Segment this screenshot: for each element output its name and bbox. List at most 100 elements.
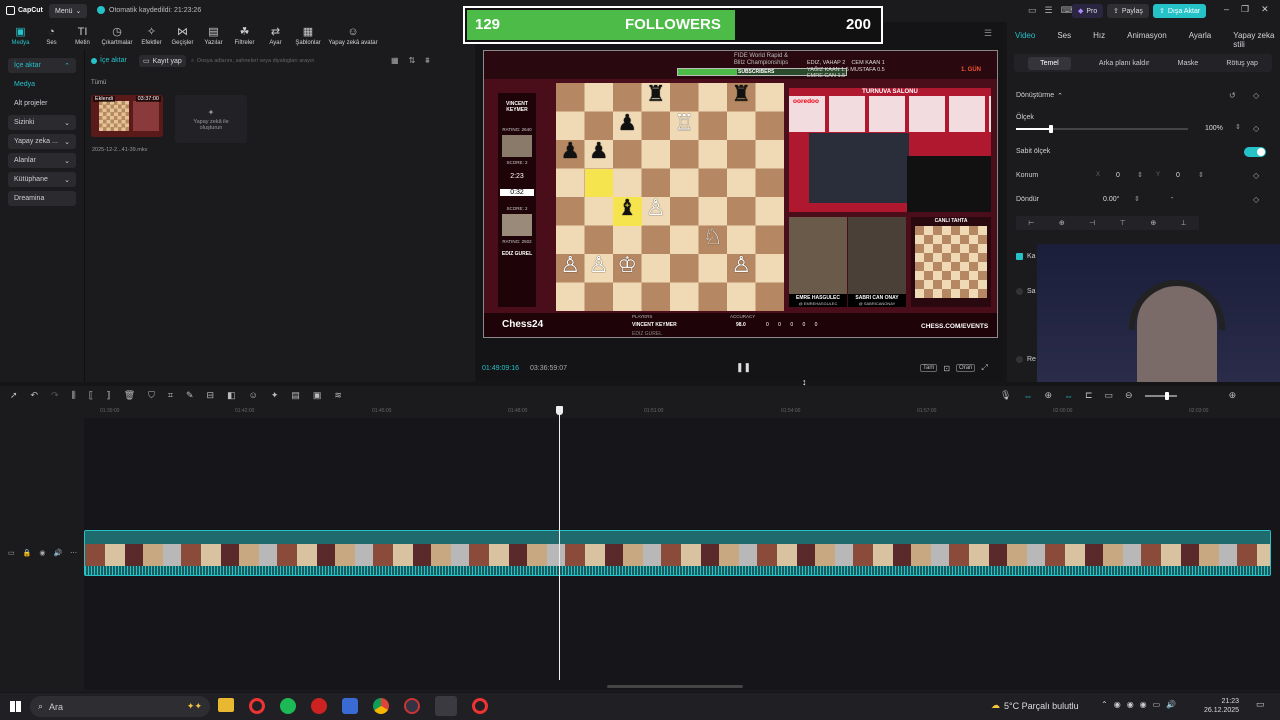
opera-icon[interactable] — [472, 698, 488, 714]
track-cover-icon[interactable]: ▭ — [8, 549, 15, 557]
split-icon[interactable]: ⫼ — [72, 390, 76, 401]
full-quality-button[interactable]: Tam — [920, 364, 938, 372]
tool-captions[interactable]: ▤ Yazılar — [198, 22, 229, 50]
align-vcenter-icon[interactable]: ⊕ — [1150, 219, 1156, 227]
split-right-icon[interactable]: ⟧ — [106, 390, 110, 401]
position-x-value[interactable]: 0 — [1116, 172, 1120, 179]
mirror-icon[interactable]: ◧ — [227, 390, 236, 401]
share-button[interactable]: ⇪ Paylaş — [1107, 4, 1149, 18]
menu-button[interactable]: Menü ⌄ — [49, 4, 88, 18]
file-explorer-icon[interactable] — [218, 698, 234, 712]
scale-keyframe-icon[interactable]: ◇ — [1253, 124, 1259, 133]
list-icon[interactable]: ☰ — [1045, 5, 1053, 16]
ai-create-card[interactable]: ✦ Yapay zekâ ile oluşturun — [175, 95, 247, 143]
tool-media[interactable]: ▣ Medya — [5, 22, 36, 50]
tab-video[interactable]: Video — [1015, 31, 1035, 49]
reset-icon[interactable]: ↺ — [1229, 91, 1236, 100]
taskbar-search-input[interactable]: ⌕ Ara ✦✦ — [30, 696, 210, 717]
spotify-icon[interactable] — [280, 698, 296, 714]
sidebar-item-library[interactable]: Kütüphane ⌄ — [8, 172, 76, 187]
volume-icon[interactable]: 🔊 — [1166, 700, 1176, 709]
scale-slider-handle[interactable] — [1049, 125, 1053, 133]
magnet-icon[interactable]: ⇔ — [1064, 391, 1073, 401]
weather-widget[interactable]: ☁ 5°C Parçalı bulutlu — [991, 700, 1079, 711]
tool-text[interactable]: TI Metin — [67, 22, 98, 50]
keyframe-icon[interactable]: ◇ — [1253, 91, 1259, 100]
media-clip-thumbnail[interactable]: Eklendi 03:37:00 — [91, 95, 163, 137]
timeline-scrollbar[interactable] — [607, 685, 743, 688]
avatar-tool-icon[interactable]: ☺ — [249, 390, 258, 401]
tab-animation[interactable]: Animasyon — [1127, 31, 1167, 49]
link-icon[interactable]: ⇔ — [1023, 391, 1032, 401]
tool-ai-avatar[interactable]: ☺ Yapay zekâ avatar — [325, 22, 381, 50]
tool-adjust[interactable]: ⇄ Ayar — [260, 22, 291, 50]
subtab-basic[interactable]: Temel — [1028, 56, 1071, 70]
shield-icon[interactable]: ⛉ — [148, 390, 155, 401]
sidebar-item-import[interactable]: İçe aktar ⌃ — [8, 58, 76, 73]
sidebar-item-ai[interactable]: Yapay zeka ... ⌄ — [8, 134, 76, 149]
opera-gx-icon[interactable] — [249, 698, 265, 714]
align-top-icon[interactable]: ⊤ — [1120, 219, 1126, 227]
subtab-retouch[interactable]: Rötuş yap — [1226, 60, 1258, 67]
zoom-slider[interactable] — [1144, 391, 1177, 400]
undo-icon[interactable]: ↶ — [31, 390, 39, 401]
tab-adjust[interactable]: Ayarla — [1189, 31, 1212, 49]
filter-icon[interactable]: ⩩ — [425, 56, 429, 66]
position-x-stepper-icon[interactable]: ⇕ — [1137, 171, 1143, 179]
sidebar-item-subprojects[interactable]: Alt projeler — [8, 96, 76, 111]
tray-chevron-icon[interactable]: ⌃ — [1101, 700, 1108, 709]
close-icon[interactable]: ✕ — [1261, 4, 1269, 15]
track-more-icon[interactable]: ⋯ — [70, 549, 77, 557]
minimize-icon[interactable]: – — [1224, 4, 1229, 15]
tool-filters[interactable]: ☘ Filtreler — [229, 22, 260, 50]
transform-section-header[interactable]: Dönüştürme ⌃ — [1016, 92, 1063, 100]
screenshot-icon[interactable]: ⊡ — [943, 364, 950, 373]
track-visibility-icon[interactable]: ◉ — [39, 549, 45, 557]
crop-icon[interactable]: ⌗ — [168, 390, 173, 401]
subtab-mask[interactable]: Maske — [1178, 60, 1199, 67]
delete-icon[interactable]: 🗑 — [124, 390, 135, 401]
fullscreen-icon[interactable]: ⤢ — [981, 363, 987, 373]
track-lock-icon[interactable]: 🔒 — [23, 549, 32, 557]
player-menu-icon[interactable]: ☰ — [984, 28, 992, 39]
rotate-flip-dash[interactable]: - — [1171, 195, 1173, 202]
align-hcenter-icon[interactable]: ⊕ — [1059, 219, 1065, 227]
subtab-remove-bg[interactable]: Arka planı kaldır — [1099, 60, 1150, 67]
image-tool-icon[interactable]: ▣ — [313, 390, 322, 401]
snap-icon[interactable]: ⊕ — [1044, 390, 1052, 401]
sidebar-item-dreamina[interactable]: Dreamina — [8, 191, 76, 206]
split-left-icon[interactable]: ⟦ — [89, 390, 93, 401]
align-right-icon[interactable]: ⊣ — [1089, 219, 1095, 227]
tool-stickers[interactable]: ◷ Çıkartmalar — [98, 22, 136, 50]
calendar-app-icon[interactable] — [342, 698, 358, 714]
playhead[interactable] — [556, 406, 563, 680]
tab-ai-style[interactable]: Yapay zeka stili — [1233, 31, 1280, 49]
track-mute-icon[interactable]: 🔊 — [53, 549, 62, 557]
freeze-icon[interactable]: ⊟ — [207, 390, 215, 401]
video-frame[interactable]: FIDE World Rapid & Blitz Championships S… — [483, 50, 998, 338]
playhead-handle[interactable] — [556, 406, 563, 415]
redo-icon[interactable]: ↷ — [51, 390, 59, 401]
tab-speed[interactable]: Hız — [1093, 31, 1105, 49]
tool-templates[interactable]: ▦ Şablonlar — [291, 22, 325, 50]
tool-transitions[interactable]: ⋈ Geçişler — [167, 22, 198, 50]
import-button[interactable]: İçe aktar — [91, 57, 127, 64]
search-input[interactable]: ⌕ Dosya adlarını, sahneleri veya diyalogl… — [191, 55, 379, 67]
sidebar-item-media[interactable]: Medya — [8, 77, 76, 92]
tab-audio[interactable]: Ses — [1057, 31, 1071, 49]
position-y-value[interactable]: 0 — [1176, 172, 1180, 179]
magic-icon[interactable]: ✦ — [271, 390, 279, 401]
position-y-stepper-icon[interactable]: ⇕ — [1198, 171, 1204, 179]
pro-button[interactable]: ◆ Pro — [1072, 4, 1104, 18]
windows-start-icon[interactable] — [10, 701, 21, 712]
sidebar-item-yours[interactable]: Sizinki ⌄ — [8, 115, 76, 130]
caption-tool-icon[interactable]: ▤ — [291, 390, 300, 401]
chrome-icon[interactable] — [373, 698, 389, 714]
rotate-keyframe-icon[interactable]: ◇ — [1253, 195, 1259, 204]
tool-effects[interactable]: ✧ Efektler — [136, 22, 167, 50]
zoom-slider-handle[interactable] — [1164, 391, 1169, 400]
filter-all-label[interactable]: Tümü — [91, 80, 106, 86]
notification-icon[interactable]: ▭ — [1256, 699, 1265, 710]
zoom-in-icon[interactable]: ⊕ — [1229, 390, 1237, 401]
maximize-icon[interactable]: ❐ — [1241, 4, 1249, 15]
